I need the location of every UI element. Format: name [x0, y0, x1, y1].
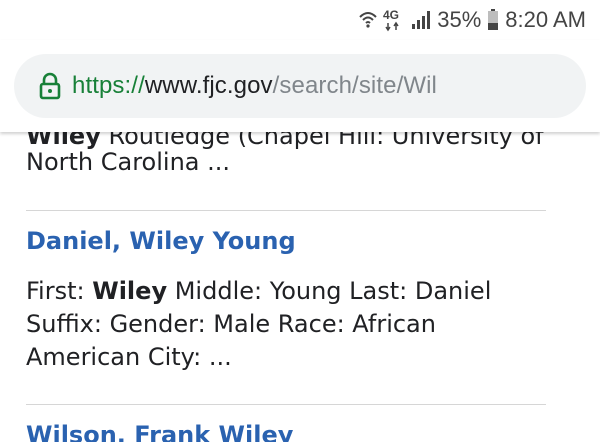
snippet-line: American City: ...	[26, 343, 232, 371]
wifi-icon	[359, 10, 377, 30]
signal-icon	[411, 10, 431, 30]
lock-icon[interactable]	[38, 72, 62, 100]
status-icons: 4G 35% 8:20 AM	[359, 6, 586, 34]
battery-icon	[487, 9, 499, 31]
url-scheme: https://	[72, 72, 145, 99]
svg-text:4G: 4G	[383, 8, 399, 22]
result-snippet: North Carolina ...	[26, 148, 231, 176]
result-title-link[interactable]: Daniel, Wiley Young	[26, 226, 296, 256]
snippet-line: First: Wiley Middle: Young Last: Daniel	[26, 277, 492, 305]
address-bar[interactable]: https://www.fjc.gov/search/site/Wil	[14, 54, 586, 118]
url-path: /search/site/Wil	[272, 72, 437, 99]
battery-percent: 35%	[437, 7, 482, 32]
result-divider	[26, 404, 546, 405]
result-snippet: First: Wiley Middle: Young Last: Daniel …	[26, 275, 491, 374]
result-divider	[26, 210, 546, 211]
status-bar: 4G 35% 8:20 AM	[0, 0, 600, 40]
browser-toolbar: https://www.fjc.gov/search/site/Wil	[0, 40, 600, 132]
url-host: www.fjc.gov	[144, 72, 273, 99]
url-text[interactable]: https://www.fjc.gov/search/site/Wil	[72, 72, 437, 100]
search-results: Wiley Routledge (Chapel Hill: University…	[0, 132, 600, 442]
result-title-link[interactable]: Wilson, Frank Wiley	[26, 420, 293, 442]
snippet-line: Suffix: Gender: Male Race: African	[26, 310, 436, 338]
network-4g-icon: 4G	[383, 8, 405, 32]
clock: 8:20 AM	[505, 7, 586, 32]
